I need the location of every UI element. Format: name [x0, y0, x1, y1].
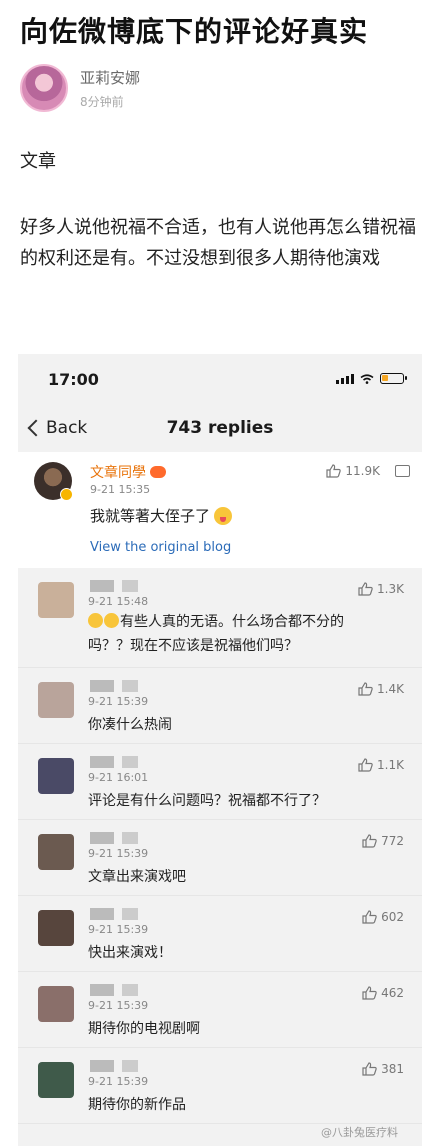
like-button[interactable]: 11.9K: [326, 464, 380, 478]
like-count: 1.3K: [377, 582, 404, 596]
paragraph-1: 文章: [20, 151, 56, 172]
like-count: 1.4K: [377, 682, 404, 696]
reply-time: 9-21 16:01: [88, 771, 149, 784]
like-button[interactable]: 1.3K: [358, 582, 404, 596]
status-bar: 17:00: [18, 354, 422, 406]
thumb-up-icon: [326, 464, 342, 478]
thumb-up-icon: [362, 986, 377, 1000]
like-count: 772: [381, 834, 404, 848]
vip-badge-icon: [150, 466, 166, 478]
list-item[interactable]: 9-21 15:39 期待你的新作品 381: [18, 1048, 422, 1124]
like-button[interactable]: 1.4K: [358, 682, 404, 696]
reply-text-body: 期待你的电视剧啊: [88, 1021, 200, 1037]
signal-icon: [336, 373, 354, 384]
like-button[interactable]: 462: [362, 986, 404, 1000]
reply-time: 9-21 15:39: [88, 695, 149, 708]
paragraph-2: 好多人说他祝福不合适，也有人说他再怎么错祝福的权利还是有。不过没想到很多人期待他…: [20, 217, 416, 269]
status-icons: [336, 373, 407, 384]
post-time: 8分钟前: [80, 94, 124, 109]
status-clock: 17:00: [48, 370, 99, 389]
reply-text: 期待你的电视剧啊: [88, 1017, 378, 1041]
blurred-username[interactable]: [90, 680, 170, 692]
tongue-emoji-icon: [214, 506, 233, 525]
blurred-username[interactable]: [90, 908, 170, 920]
list-item[interactable]: 9-21 16:01 评论是有什么问题吗？祝福都不行了？ 1.1K: [18, 744, 422, 820]
blurred-username[interactable]: [90, 1060, 170, 1072]
view-original-link[interactable]: View the original blog: [90, 540, 231, 555]
main-comment: 文章同學 9-21 15:35 我就等著大侄子了 View the origin…: [18, 452, 422, 568]
reply-text-body: 文章出来演戏吧: [88, 869, 186, 885]
like-count: 602: [381, 910, 404, 924]
reply-text: 有些人真的无语。什么场合都不分的吗？？现在不应该是祝福他们吗？: [88, 610, 378, 658]
comment-icon[interactable]: [395, 465, 410, 477]
reply-time: 9-21 15:48: [88, 595, 149, 608]
like-count: 381: [381, 1062, 404, 1076]
reply-text: 期待你的新作品: [88, 1093, 378, 1117]
author-name[interactable]: 亚莉安娜: [80, 67, 140, 88]
watermark: @八卦兔医疗料: [321, 1126, 398, 1139]
avatar[interactable]: [38, 834, 74, 870]
battery-icon: [380, 373, 407, 384]
thumb-up-icon: [358, 682, 373, 696]
reply-text: 你凑什么热闹: [88, 713, 378, 737]
comment-text: 我就等著大侄子了: [90, 505, 233, 526]
like-button[interactable]: 1.1K: [358, 758, 404, 772]
reply-text-body: 你凑什么热闹: [88, 717, 172, 733]
reply-time: 9-21 15:39: [88, 847, 149, 860]
avatar[interactable]: [20, 64, 68, 112]
comment-author[interactable]: 文章同學: [90, 462, 146, 482]
avatar[interactable]: [38, 582, 74, 618]
wifi-icon: [360, 373, 374, 384]
list-item[interactable]: 9-21 15:39 文章出来演戏吧 772: [18, 820, 422, 896]
list-item[interactable]: 9-21 15:48 有些人真的无语。什么场合都不分的吗？？现在不应该是祝福他们吗…: [18, 568, 422, 668]
reply-text-body: 期待你的新作品: [88, 1097, 186, 1113]
list-item[interactable]: 9-21 15:39 快出来演戏！ 602: [18, 896, 422, 972]
avatar[interactable]: [38, 758, 74, 794]
thumb-up-icon: [362, 834, 377, 848]
avatar[interactable]: [38, 682, 74, 718]
like-count: 462: [381, 986, 404, 1000]
sweat-emoji-icon: [88, 613, 103, 628]
article-title: 向佐微博底下的评论好真实: [20, 15, 369, 48]
author-meta: 亚莉安娜 8分钟前: [80, 67, 140, 110]
blurred-username[interactable]: [90, 832, 170, 844]
blurred-username[interactable]: [90, 984, 170, 996]
reply-time: 9-21 15:39: [88, 923, 149, 936]
avatar[interactable]: [38, 910, 74, 946]
blurred-username[interactable]: [90, 756, 170, 768]
avatar[interactable]: [38, 1062, 74, 1098]
reply-text-body: 有些人真的无语。什么场合都不分的吗？？现在不应该是祝福他们吗？: [88, 614, 344, 654]
embedded-screenshot: 17:00 Back 743 replies 文章同學 9-21 15:35 我…: [18, 354, 422, 1146]
reply-text: 评论是有什么问题吗？祝福都不行了？: [88, 789, 378, 813]
like-count: 11.9K: [345, 464, 380, 478]
blurred-username[interactable]: [90, 580, 170, 592]
verified-badge-icon: [60, 488, 73, 501]
thumb-up-icon: [362, 910, 377, 924]
sweat-emoji-icon: [104, 613, 119, 628]
thumb-up-icon: [362, 1062, 377, 1076]
reply-list: 9-21 15:48 有些人真的无语。什么场合都不分的吗？？现在不应该是祝福他们吗…: [18, 568, 422, 1124]
like-button[interactable]: 602: [362, 910, 404, 924]
reply-time: 9-21 15:39: [88, 1075, 149, 1088]
comment-text-body: 我就等著大侄子了: [90, 507, 211, 525]
like-button[interactable]: 772: [362, 834, 404, 848]
comment-author-row: 文章同學: [90, 462, 166, 482]
list-item[interactable]: 9-21 15:39 你凑什么热闹 1.4K: [18, 668, 422, 744]
nav-title: 743 replies: [166, 418, 274, 438]
nav-bar: Back 743 replies: [18, 406, 422, 452]
like-button[interactable]: 381: [362, 1062, 404, 1076]
author-row[interactable]: 亚莉安娜 8分钟前: [20, 62, 140, 114]
reply-time: 9-21 15:39: [88, 999, 149, 1012]
reply-text-body: 快出来演戏！: [88, 945, 172, 961]
thumb-up-icon: [358, 758, 373, 772]
avatar[interactable]: [38, 986, 74, 1022]
list-item[interactable]: 9-21 15:39 期待你的电视剧啊 462: [18, 972, 422, 1048]
comment-time: 9-21 15:35: [90, 483, 151, 496]
thumb-up-icon: [358, 582, 373, 596]
like-count: 1.1K: [377, 758, 404, 772]
reply-text: 文章出来演戏吧: [88, 865, 378, 889]
reply-text-body: 评论是有什么问题吗？祝福都不行了？: [88, 793, 326, 809]
reply-text: 快出来演戏！: [88, 941, 378, 965]
